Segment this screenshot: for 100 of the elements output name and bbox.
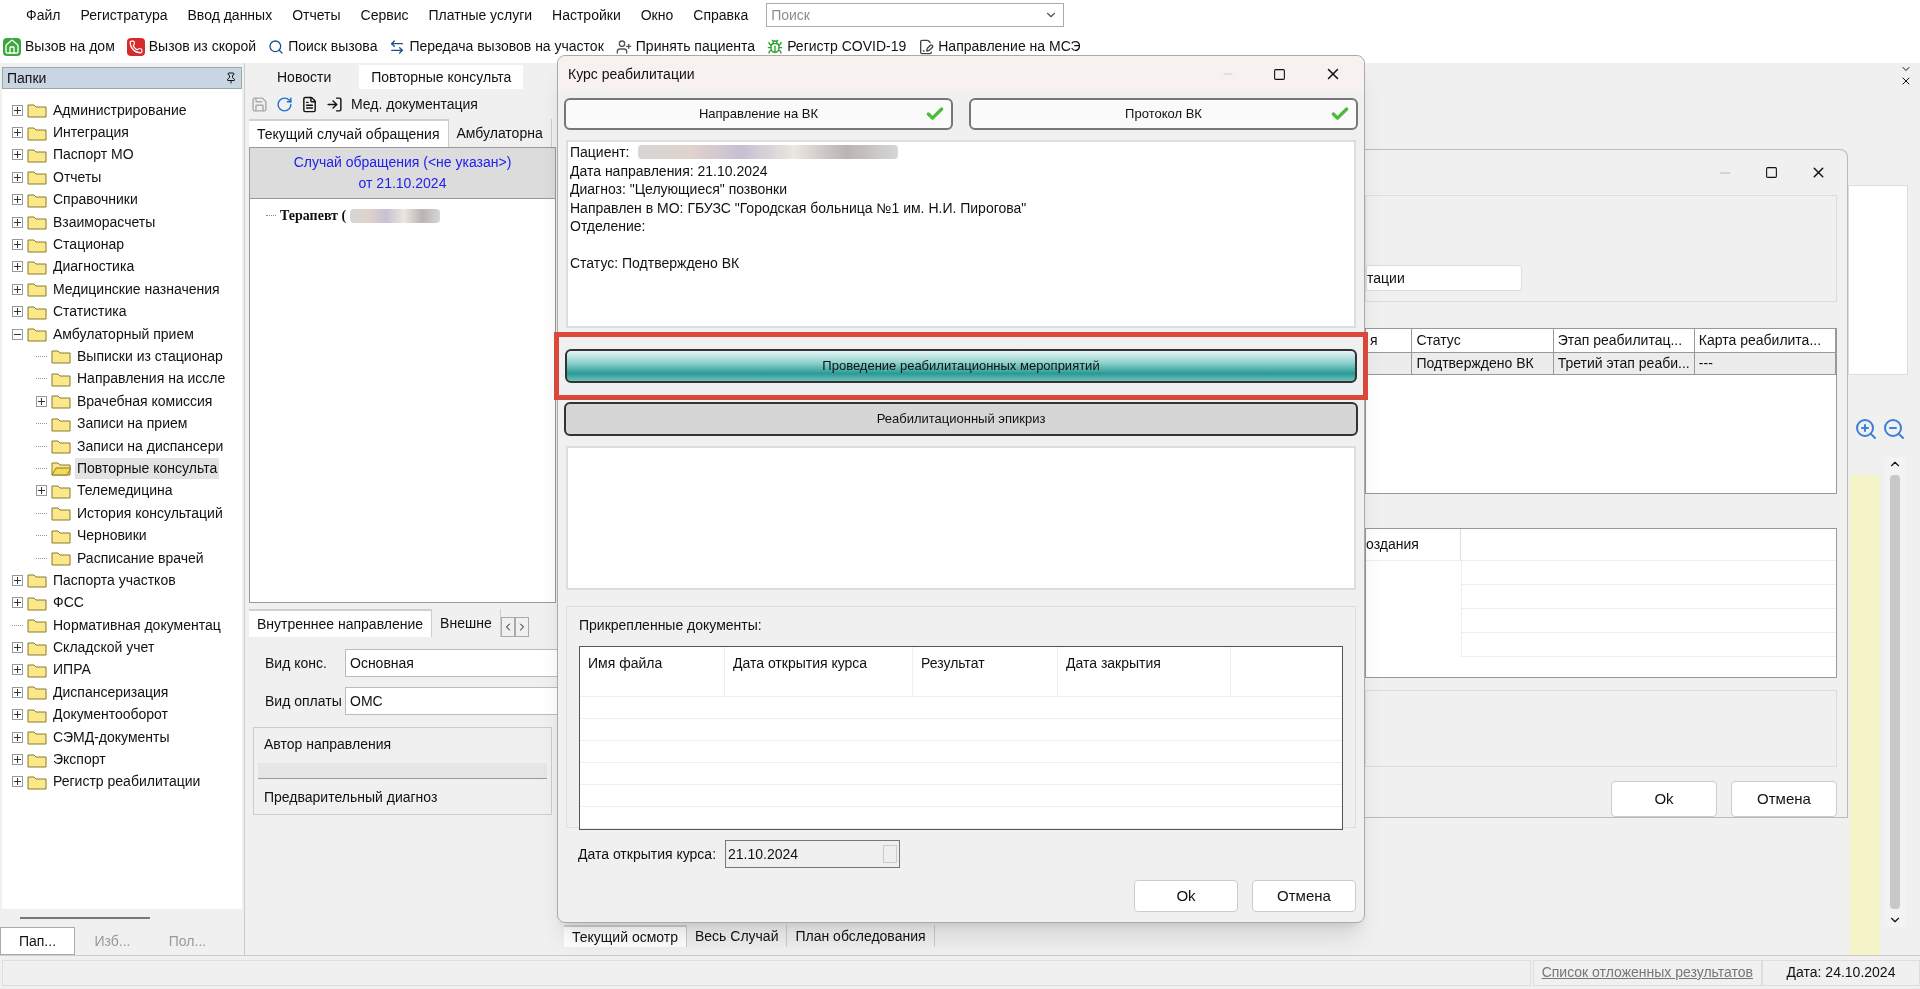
toolbar-button[interactable]: Принять пациента bbox=[615, 36, 756, 57]
column-header[interactable]: Этап реабилитац... bbox=[1553, 329, 1695, 353]
menu-item[interactable]: Файл bbox=[16, 4, 71, 26]
folder-label[interactable]: История консультаций bbox=[75, 502, 225, 524]
step-button[interactable]: Проведение реабилитационных мероприятий bbox=[565, 349, 1357, 383]
toolbar-button[interactable]: Поиск вызова bbox=[268, 36, 378, 57]
expand-toggle[interactable] bbox=[36, 395, 47, 407]
dialog-button[interactable]: Отмена bbox=[1731, 781, 1837, 817]
folder-label[interactable]: СЭМД-документы bbox=[51, 726, 172, 748]
folder-label[interactable]: Врачебная комиссия bbox=[75, 390, 215, 412]
menu-item[interactable]: Настройки bbox=[542, 4, 631, 26]
folder-label[interactable]: Документооборот bbox=[51, 704, 170, 726]
input-field[interactable]: тации bbox=[1366, 265, 1522, 292]
expand-toggle[interactable] bbox=[12, 709, 23, 721]
expand-toggle[interactable] bbox=[12, 149, 23, 161]
expand-toggle[interactable] bbox=[12, 664, 23, 676]
toolbar-button[interactable]: Вызов из скорой bbox=[126, 36, 257, 57]
maximize-icon[interactable] bbox=[1273, 67, 1286, 81]
folder-label[interactable]: Направления на иссле bbox=[75, 368, 228, 390]
search-field[interactable]: Поиск bbox=[766, 3, 1065, 27]
column-header[interactable]: оздания bbox=[1366, 528, 1461, 560]
collapse-toggle[interactable] bbox=[12, 328, 23, 340]
document-tab[interactable]: Новости bbox=[265, 65, 344, 89]
input-field[interactable]: Основная bbox=[345, 649, 560, 677]
folder-label[interactable]: Стационар bbox=[51, 234, 127, 256]
folder-label[interactable]: Диспансеризация bbox=[51, 681, 171, 703]
folder-label[interactable]: ИПРА bbox=[51, 659, 93, 681]
expand-toggle[interactable] bbox=[12, 686, 23, 698]
menu-item[interactable]: Регистратура bbox=[70, 4, 178, 26]
referral-tab[interactable]: Внутреннее направление bbox=[249, 609, 433, 637]
folder-label[interactable]: Паспорт МО bbox=[51, 144, 136, 166]
pin-icon[interactable] bbox=[225, 72, 237, 84]
expand-toggle[interactable] bbox=[12, 642, 23, 654]
expand-toggle[interactable] bbox=[12, 597, 23, 609]
expand-toggle[interactable] bbox=[12, 306, 23, 318]
menu-item[interactable]: Сервис bbox=[350, 4, 419, 26]
column-header[interactable]: я bbox=[1366, 329, 1413, 353]
folder-label[interactable]: Экспорт bbox=[51, 749, 108, 770]
expand-toggle[interactable] bbox=[12, 194, 23, 206]
menu-item[interactable]: Отчеты bbox=[282, 4, 351, 26]
expand-toggle[interactable] bbox=[12, 216, 23, 228]
dialog-button[interactable]: Отмена bbox=[1252, 880, 1356, 912]
close-icon[interactable] bbox=[1900, 75, 1912, 87]
folder-label[interactable]: Статистика bbox=[51, 301, 129, 323]
column-header[interactable]: Дата закрытия bbox=[1058, 647, 1231, 696]
expand-toggle[interactable] bbox=[12, 731, 23, 743]
expand-toggle[interactable] bbox=[12, 283, 23, 295]
folder-label[interactable]: ФСС bbox=[51, 592, 86, 614]
exam-tab[interactable]: План обследования bbox=[787, 925, 935, 947]
folder-label[interactable]: Диагностика bbox=[51, 256, 137, 278]
document-tab[interactable]: Повторные консульта bbox=[359, 65, 524, 89]
folder-label[interactable]: Записи на диспансери bbox=[75, 435, 226, 457]
calendar-toggle[interactable] bbox=[883, 845, 897, 863]
expand-toggle[interactable] bbox=[12, 754, 23, 765]
folder-label[interactable]: Администрирование bbox=[51, 99, 189, 121]
step-button[interactable]: Реабилитационный эпикриз bbox=[564, 402, 1358, 436]
folder-label[interactable]: Медицинские назначения bbox=[51, 278, 222, 300]
folder-label[interactable]: Взаиморасчеты bbox=[51, 211, 158, 233]
folder-label[interactable]: Телемедицина bbox=[75, 480, 175, 502]
exam-tab[interactable]: Весь Случай bbox=[687, 925, 788, 947]
document-icon[interactable] bbox=[301, 95, 318, 113]
scroll-right-icon[interactable] bbox=[514, 617, 529, 637]
table-row[interactable]: Подтверждено ВК Третий этап реаби... --- bbox=[1366, 353, 1836, 376]
approval-button[interactable]: Направление на ВК bbox=[564, 98, 953, 130]
menu-item[interactable]: Платные услуги bbox=[418, 4, 543, 26]
expand-toggle[interactable] bbox=[12, 776, 23, 788]
deferred-results-link[interactable]: Список отложенных результатов bbox=[1532, 959, 1762, 986]
input-field[interactable] bbox=[258, 763, 547, 779]
folder-label[interactable]: Справочники bbox=[51, 189, 140, 211]
toolbar-label[interactable]: Мед. документация bbox=[351, 93, 478, 115]
column-header[interactable]: Имя файла bbox=[580, 647, 725, 696]
folder-label[interactable]: Записи на прием bbox=[75, 413, 190, 435]
refresh-icon[interactable] bbox=[276, 95, 293, 113]
folder-label[interactable]: Повторные консульта bbox=[75, 457, 220, 479]
case-tab[interactable]: Текущий случай обращения bbox=[249, 119, 449, 147]
folder-label[interactable]: Паспорта участков bbox=[51, 569, 178, 591]
menu-item[interactable]: Окно bbox=[630, 4, 684, 26]
import-icon[interactable] bbox=[326, 95, 343, 113]
tree-entry[interactable]: Терапевт ( bbox=[280, 205, 347, 226]
folder-label[interactable]: Нормативная документац bbox=[51, 614, 223, 636]
zoom-in-icon[interactable] bbox=[1854, 417, 1878, 441]
expand-toggle[interactable] bbox=[12, 127, 23, 139]
zoom-out-icon[interactable] bbox=[1882, 417, 1906, 441]
folder-label[interactable]: Амбулаторный прием bbox=[51, 323, 196, 345]
menu-item[interactable]: Справка bbox=[683, 4, 759, 26]
column-header[interactable]: Дата открытия курса bbox=[725, 647, 913, 696]
toolbar-button[interactable]: Направление на МСЭ bbox=[918, 36, 1081, 57]
toolbar-button[interactable]: Вызов на дом bbox=[3, 36, 115, 57]
folder-label[interactable]: Складской учет bbox=[51, 637, 157, 659]
scroll-left-icon[interactable] bbox=[500, 617, 515, 637]
folder-label[interactable]: Регистр реабилитации bbox=[51, 771, 203, 793]
dialog-button[interactable]: Ok bbox=[1611, 781, 1717, 817]
expand-toggle[interactable] bbox=[12, 104, 23, 116]
approval-button[interactable]: Протокол ВК bbox=[969, 98, 1358, 130]
folder-label[interactable]: Черновики bbox=[75, 525, 149, 547]
expand-toggle[interactable] bbox=[12, 574, 23, 586]
folder-label[interactable]: Интеграция bbox=[51, 122, 131, 144]
column-header[interactable]: Результат bbox=[913, 647, 1058, 696]
folder-label[interactable]: Выписки из стационар bbox=[75, 346, 225, 367]
date-field[interactable]: 21.10.2024 bbox=[725, 840, 900, 868]
